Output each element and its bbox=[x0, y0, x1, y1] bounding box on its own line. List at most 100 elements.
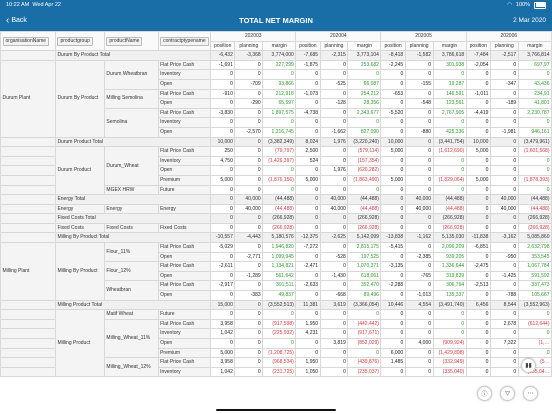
measure-header[interactable]: margin bbox=[517, 40, 552, 52]
dimension-header[interactable]: organisationName bbox=[0, 31, 56, 52]
value-cell: 10,446 bbox=[380, 299, 406, 311]
value-cell: -383 bbox=[234, 290, 264, 301]
value-cell: 212,918 bbox=[262, 88, 297, 100]
value-cell: 3,958 bbox=[210, 318, 236, 330]
productname-cell: Milling_Wheat_11% bbox=[103, 318, 159, 359]
value-cell: 1,134,821 bbox=[262, 261, 297, 272]
value-cell: -13,838 bbox=[380, 232, 406, 244]
contracttype-cell: Flat Price Cash bbox=[157, 107, 212, 119]
value-cell: 0 bbox=[347, 309, 382, 320]
value-cell: 0 bbox=[465, 165, 491, 176]
more-button[interactable]: ⋯ bbox=[523, 386, 538, 401]
dimension-chip[interactable]: productgroup bbox=[57, 36, 93, 46]
organisation-cell bbox=[0, 318, 56, 330]
total-row[interactable]: Durum By Product Total -6,432 -3,368 3,774,… bbox=[0, 50, 552, 61]
value-cell: (1,601,568) bbox=[517, 146, 552, 157]
value-cell: (266,928) bbox=[262, 222, 297, 234]
period-header[interactable]: 202005 bbox=[380, 31, 467, 42]
value-cell: -1,013 bbox=[404, 290, 434, 301]
organisation-cell bbox=[0, 366, 56, 378]
period-header[interactable]: 202003 bbox=[210, 31, 297, 42]
measure-header[interactable]: planning bbox=[404, 40, 434, 52]
total-row[interactable]: Fixed Costs Total 0 0 (266,928) 0 0 (266,928) 0… bbox=[0, 213, 552, 224]
period-header[interactable]: 202004 bbox=[295, 31, 382, 42]
pivot-grid[interactable]: organisationName productgroup productName c… bbox=[0, 31, 552, 414]
data-row[interactable]: Durum Plant Durum By Product Durum Wheatbr… bbox=[0, 59, 552, 138]
value-cell: 0 bbox=[465, 270, 491, 282]
value-cell: -2,917 bbox=[210, 280, 236, 292]
measure-header[interactable]: position bbox=[465, 40, 491, 52]
value-cell: 697,97 bbox=[517, 59, 552, 71]
total-row[interactable]: Energy Total 0 40,000 (44,488) 0 40,000 (44,48… bbox=[0, 194, 552, 205]
measure-header[interactable]: planning bbox=[489, 40, 519, 52]
value-cell: 0 bbox=[465, 318, 491, 330]
dimension-chip[interactable]: productName bbox=[106, 36, 143, 46]
value-cell: 0 bbox=[234, 165, 264, 176]
measure-header[interactable]: margin bbox=[347, 40, 382, 52]
report-date[interactable]: 2 Mar 2020 bbox=[513, 17, 546, 24]
contracttype-cell: Flat Price Cash bbox=[157, 146, 212, 157]
value-cell: 2,096,209 bbox=[432, 242, 467, 253]
period-header[interactable]: 202006 bbox=[465, 31, 552, 42]
organisation-cell bbox=[0, 328, 56, 339]
dimension-chip[interactable]: organisationName bbox=[2, 36, 50, 46]
value-cell: 939,205 bbox=[432, 251, 467, 263]
value-cell: 0 bbox=[234, 309, 264, 320]
contracttype-cell: Energy bbox=[157, 203, 212, 215]
data-row[interactable]: Milling Product Matif Wheat Future 0 0 0 0 0 0 0 0… bbox=[0, 309, 552, 378]
dimension-header[interactable]: productName bbox=[103, 31, 159, 52]
value-cell: 0 bbox=[295, 78, 321, 90]
value-cell: 0 bbox=[234, 117, 264, 128]
value-cell: 0 bbox=[465, 251, 491, 263]
value-cell: 0 bbox=[210, 270, 236, 282]
value-cell: 0 bbox=[465, 347, 491, 359]
info-button[interactable]: ⓘ bbox=[477, 386, 492, 401]
productname-cell: Semolina bbox=[103, 107, 159, 138]
measure-header[interactable]: position bbox=[380, 40, 406, 52]
value-cell: 0 bbox=[432, 69, 467, 80]
value-cell: 0 bbox=[517, 184, 552, 196]
total-row[interactable]: Durum Product Total 10,000 0 (3,382,349) 8,0… bbox=[0, 136, 552, 148]
value-cell: 1,336,644 bbox=[432, 261, 467, 272]
value-cell: 10,000 bbox=[380, 136, 406, 148]
data-row[interactable]: Milling Plant Milling By Product Flour_11%… bbox=[0, 242, 552, 301]
value-cell: 0 bbox=[465, 309, 491, 320]
value-cell: 135,337 bbox=[432, 290, 467, 301]
data-row[interactable]: Durum Product Durum_Wheat Flat Price Cash 2… bbox=[0, 146, 552, 196]
productname-cell: Milling_Wheat_12% bbox=[103, 357, 159, 378]
value-cell: 0 bbox=[319, 318, 349, 330]
value-cell: 0 bbox=[517, 328, 552, 339]
row-total-label: Fixed Costs Total bbox=[54, 213, 212, 224]
value-cell: 3,819 bbox=[319, 338, 349, 349]
contracttype-cell: Flat Price Cash bbox=[157, 280, 212, 292]
value-cell: 0 bbox=[210, 222, 236, 234]
chevron-left-icon: ‹ bbox=[6, 15, 10, 26]
total-row[interactable]: Milling By Product Total -10,557 -4,443 5,1… bbox=[0, 232, 552, 244]
value-cell: (266,928) bbox=[347, 222, 382, 234]
data-row[interactable]: Fixed Costs Fixed Costs Fixed Costs 0 0 (266,… bbox=[0, 222, 552, 234]
value-cell: (79,797) bbox=[262, 146, 297, 157]
value-cell: 5,085,860 bbox=[517, 232, 552, 244]
filter-button[interactable]: ▽ bbox=[500, 386, 515, 401]
dimension-header[interactable]: contractptypename bbox=[157, 31, 212, 52]
measure-header[interactable]: position bbox=[295, 40, 321, 52]
measure-header[interactable]: margin bbox=[262, 40, 297, 52]
dimension-header[interactable]: productgroup bbox=[54, 31, 105, 52]
back-button[interactable]: ‹ Back bbox=[6, 15, 27, 26]
measure-header[interactable]: planning bbox=[234, 40, 264, 52]
chart-button[interactable]: ▮▮ bbox=[521, 358, 536, 373]
measure-header[interactable]: position bbox=[210, 40, 236, 52]
measure-header[interactable]: planning bbox=[319, 40, 349, 52]
contracttype-cell: Inventory bbox=[157, 366, 212, 378]
dimension-chip[interactable]: contractptypename bbox=[160, 36, 209, 46]
value-cell: 301,938 bbox=[432, 59, 467, 71]
value-cell: 0 bbox=[404, 165, 434, 176]
value-cell: 0 bbox=[380, 126, 406, 138]
value-cell: (44,488) bbox=[517, 194, 552, 205]
value-cell: 0 bbox=[404, 88, 434, 100]
total-row[interactable]: Milling Product Total 15,000 0 (3,552,513) 1… bbox=[0, 299, 552, 311]
value-cell: 0 bbox=[295, 184, 321, 196]
data-row[interactable]: Energy Energy Energy 0 40,000 (44,488) 0 40,000… bbox=[0, 203, 552, 215]
organisation-cell bbox=[0, 309, 56, 320]
measure-header[interactable]: margin bbox=[432, 40, 467, 52]
